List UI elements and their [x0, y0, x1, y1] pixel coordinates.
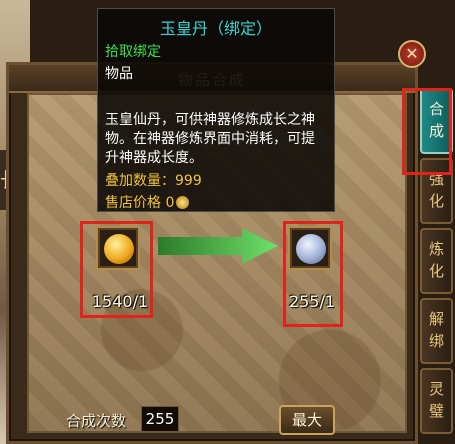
tab-spirit-jade[interactable]: 灵 璧 — [420, 368, 453, 434]
source-item-slot[interactable] — [96, 226, 140, 270]
tooltip-bind-note: 拾取绑定 — [105, 44, 161, 60]
tooltip-price-row: 售店价格 0 — [105, 192, 327, 212]
tab-combine[interactable]: 合 成 — [420, 88, 453, 154]
tab-refine[interactable]: 炼 化 — [420, 228, 453, 294]
max-button[interactable]: 最大 — [279, 405, 335, 435]
target-item-slot[interactable] — [288, 226, 332, 270]
tab-bar: 合 成 强 化 炼 化 解 绑 灵 璧 — [418, 88, 455, 444]
tooltip-item-type: 物品 — [105, 66, 133, 82]
tooltip-item-name: 玉皇丹（绑定） — [159, 19, 272, 38]
tab-unbind[interactable]: 解 绑 — [420, 298, 453, 364]
item-tooltip: 玉皇丹（绑定） 拾取绑定 物品 玉皇仙丹，可供神器修炼成长之神物。在神器修炼界面… — [97, 8, 335, 212]
craft-count-input[interactable] — [141, 406, 179, 432]
tooltip-stack-count: 叠加数量：999 — [105, 173, 202, 189]
tooltip-description: 玉皇仙丹，可供神器修炼成长之神物。在神器修炼界面中消耗，可提升神器成长度。 — [105, 112, 315, 166]
source-item-count: 1540/1 — [91, 292, 149, 311]
tooltip-price: 售店价格 0 — [105, 195, 175, 211]
target-item-count: 255/1 — [288, 292, 336, 311]
tab-enhance[interactable]: 强 化 — [420, 158, 453, 224]
blue-pill-icon — [296, 234, 326, 264]
coin-icon — [176, 196, 190, 209]
golden-elixir-icon — [104, 234, 134, 264]
craft-count-label: 合成次数 — [66, 412, 127, 430]
close-button[interactable]: ✕ — [398, 40, 426, 68]
arrow-right-icon — [158, 228, 278, 264]
